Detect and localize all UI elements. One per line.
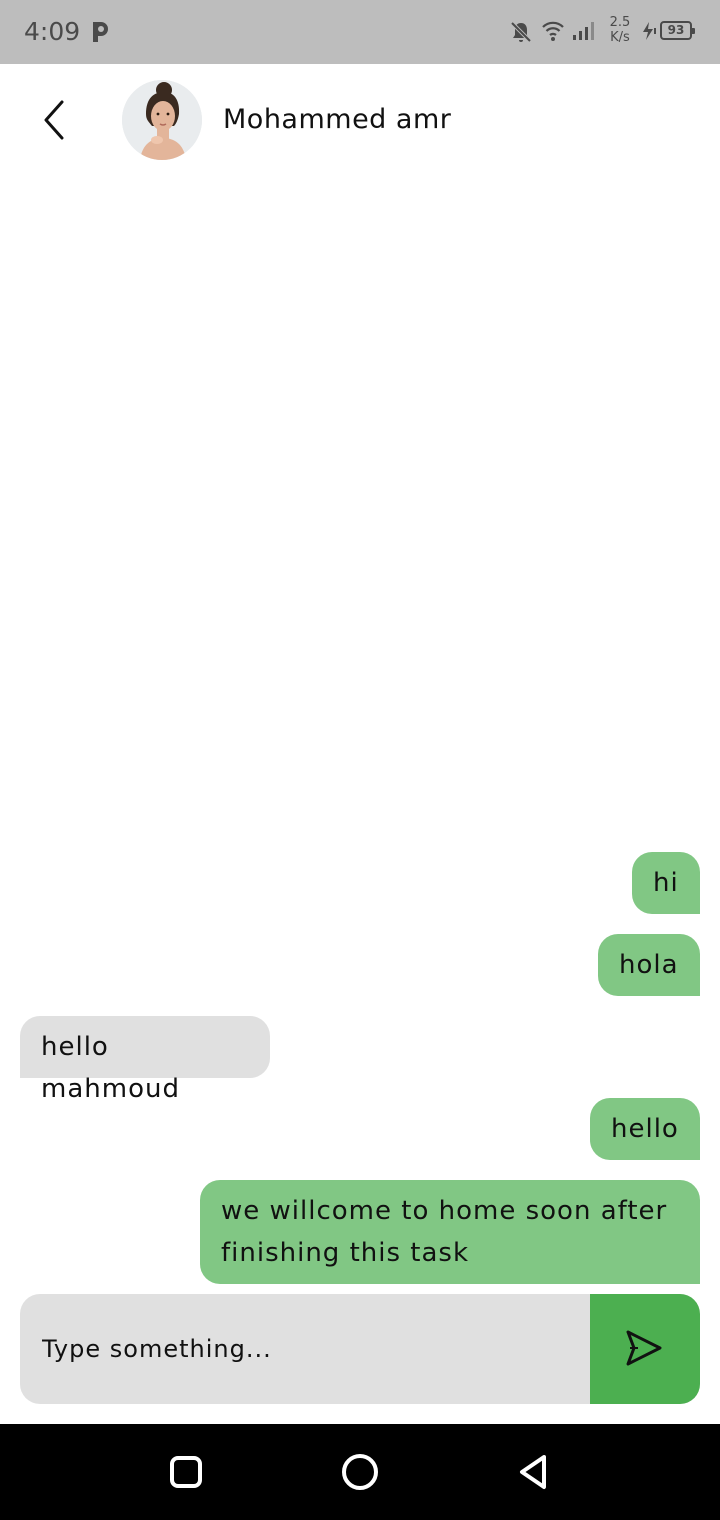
home-button[interactable]	[338, 1450, 382, 1494]
network-speed-unit: K/s	[610, 30, 630, 45]
message-text: we willcome to home soon after finishing…	[221, 1196, 668, 1268]
avatar[interactable]	[122, 80, 202, 160]
message-text: hello mahmoud	[41, 1032, 180, 1104]
message-bubble-sent: hola	[598, 934, 700, 996]
message-bubble-sent: hi	[632, 852, 700, 914]
contact-name: Mohammed amr	[223, 104, 452, 135]
avatar-image	[122, 80, 202, 160]
p-app-icon	[90, 20, 112, 48]
chat-header: Mohammed amr	[0, 64, 720, 176]
status-bar: 4:09 2.5 K/s 93	[0, 0, 720, 64]
wifi-icon	[541, 20, 565, 46]
message-text: hola	[619, 950, 679, 980]
system-nav-bar	[0, 1424, 720, 1520]
chevron-left-icon	[44, 100, 64, 140]
charging-icon	[640, 20, 658, 46]
battery-icon: 93	[660, 21, 695, 40]
message-input[interactable]	[20, 1294, 590, 1404]
message-text: hello	[611, 1114, 679, 1144]
message-text: hi	[653, 868, 679, 898]
status-time: 4:09	[24, 17, 81, 46]
network-speed: 2.5 K/s	[606, 15, 634, 45]
recents-square-icon	[170, 1456, 202, 1488]
message-bubble-sent: hello	[590, 1098, 700, 1160]
send-icon	[626, 1330, 662, 1366]
send-button[interactable]	[590, 1294, 700, 1404]
network-speed-value: 2.5	[609, 15, 631, 30]
home-circle-icon	[342, 1454, 378, 1490]
recents-button[interactable]	[164, 1450, 208, 1494]
message-bubble-sent: we willcome to home soon after finishing…	[200, 1180, 700, 1284]
message-composer	[20, 1294, 700, 1404]
back-button[interactable]	[34, 96, 78, 144]
bell-off-icon	[509, 20, 533, 48]
back-nav-button[interactable]	[512, 1450, 556, 1494]
back-triangle-icon	[520, 1455, 546, 1489]
signal-icon	[571, 20, 599, 46]
message-bubble-received: hello mahmoud	[20, 1016, 270, 1104]
